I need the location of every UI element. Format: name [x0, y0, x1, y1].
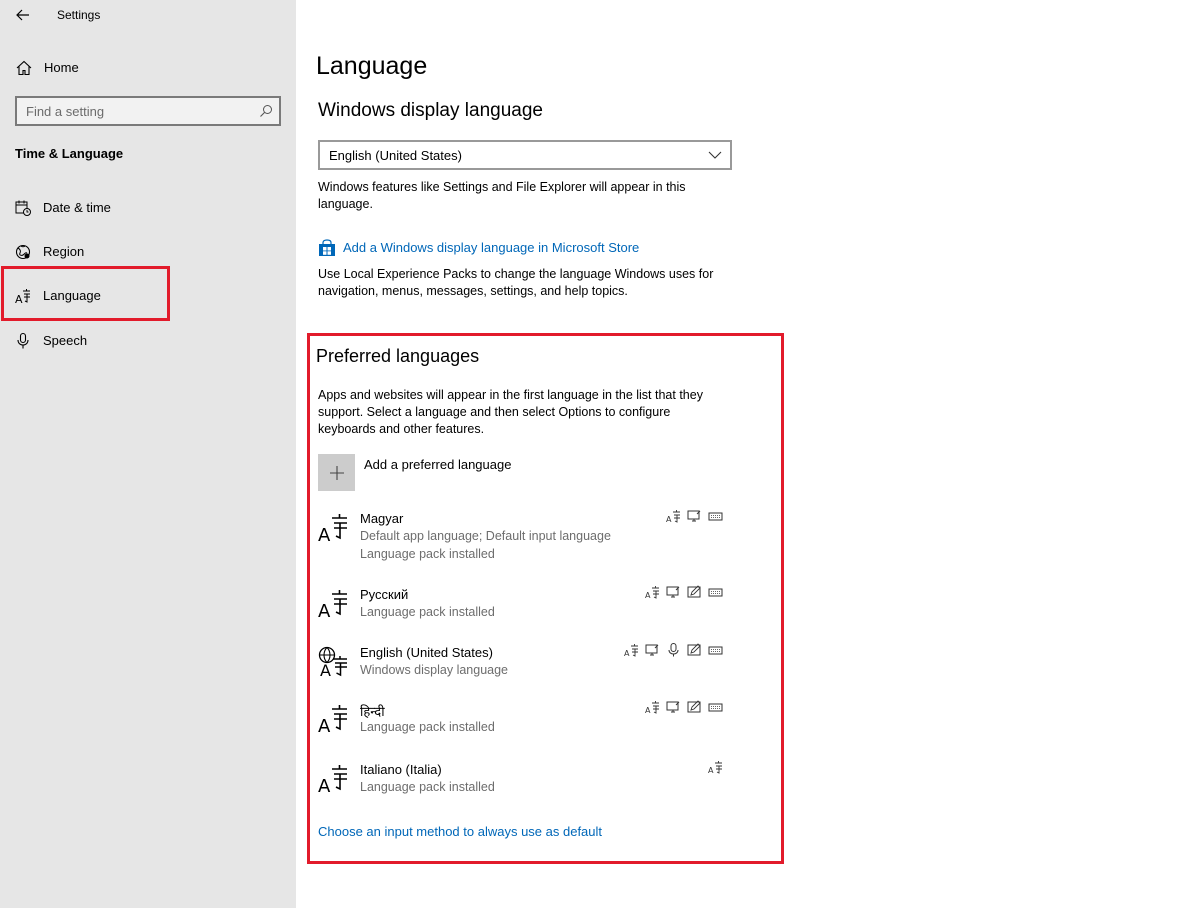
- language-icon: A: [15, 289, 30, 305]
- display-icon: [645, 644, 659, 656]
- language-row-english[interactable]: A English (United States) Windows displa…: [318, 643, 738, 681]
- add-icon-tile: [318, 454, 355, 491]
- display-language-icon: A: [318, 646, 347, 677]
- sidebar-item-date-time[interactable]: Date & time: [0, 190, 296, 226]
- sidebar-item-region[interactable]: Region: [0, 234, 296, 270]
- back-arrow-icon: [16, 9, 29, 21]
- language-status: Language pack installed: [360, 547, 495, 561]
- language-status: Default app language; Default input lang…: [360, 529, 611, 543]
- chevron-down-icon: [708, 151, 722, 159]
- svg-text:A: A: [320, 661, 331, 677]
- svg-text:A: A: [624, 649, 630, 657]
- plus-icon: [329, 465, 344, 480]
- default-input-method-link[interactable]: Choose an input method to always use as …: [318, 824, 602, 839]
- display-icon: [687, 510, 701, 522]
- title-bar: Settings: [0, 0, 296, 32]
- language-pack-icon: A: [666, 510, 680, 523]
- svg-text:A: A: [645, 706, 651, 714]
- language-status: Language pack installed: [360, 720, 495, 734]
- add-language-label: Add a preferred language: [364, 457, 512, 472]
- language-icon: A: [318, 514, 347, 543]
- svg-text:A: A: [645, 591, 651, 599]
- keyboard-icon: [708, 588, 723, 597]
- nav-home[interactable]: Home: [0, 54, 296, 82]
- handwriting-icon: [687, 643, 701, 656]
- language-row-hindi[interactable]: A हिन्दी Language pack installed A: [318, 700, 738, 738]
- language-icon: A: [318, 705, 347, 734]
- language-row-magyar[interactable]: A Magyar Default app language; Default i…: [318, 509, 738, 567]
- language-row-russian[interactable]: A Русский Language pack installed A: [318, 585, 738, 623]
- display-language-dropdown[interactable]: English (United States): [318, 140, 732, 170]
- search-input[interactable]: [17, 98, 247, 124]
- svg-text:A: A: [318, 525, 331, 543]
- sidebar-item-language[interactable]: A Language: [0, 278, 296, 314]
- language-name: Magyar: [360, 511, 404, 526]
- svg-text:A: A: [318, 601, 331, 619]
- microphone-icon: [668, 643, 679, 657]
- display-icon: [666, 701, 680, 713]
- home-icon: [16, 60, 32, 76]
- store-link-label: Add a Windows display language in Micros…: [343, 240, 640, 255]
- feature-icons: A: [708, 760, 723, 774]
- store-icon: [319, 239, 335, 256]
- language-status: Windows display language: [360, 663, 509, 677]
- language-name: Русский: [360, 587, 409, 602]
- back-button[interactable]: [12, 5, 34, 25]
- handwriting-icon: [687, 585, 701, 598]
- page-title: Language: [316, 52, 428, 80]
- nav-home-label: Home: [44, 60, 79, 75]
- language-pack-icon: A: [708, 761, 722, 774]
- sidebar-item-label: Speech: [43, 333, 88, 348]
- dropdown-value: English (United States): [329, 148, 462, 163]
- add-language-button[interactable]: Add a preferred language: [318, 454, 618, 492]
- handwriting-icon: [687, 700, 701, 713]
- globe-region-icon: [15, 244, 31, 260]
- search-icon[interactable]: [258, 103, 274, 119]
- main-content: Language Windows display language Englis…: [296, 0, 1199, 908]
- calendar-clock-icon: [15, 200, 31, 216]
- feature-icons: A: [624, 643, 723, 657]
- preferred-languages-heading: Preferred languages: [316, 346, 480, 366]
- feature-icons: A: [666, 509, 723, 523]
- search-box: [15, 96, 281, 126]
- keyboard-icon: [708, 512, 723, 521]
- lxp-description: Use Local Experience Packs to change the…: [318, 267, 714, 298]
- sidebar-item-label: Region: [43, 244, 85, 259]
- sidebar-item-label: Date & time: [43, 200, 111, 215]
- sidebar-item-label: Language: [43, 288, 101, 303]
- display-language-description: Windows features like Settings and File …: [318, 180, 686, 211]
- language-status: Language pack installed: [360, 780, 495, 794]
- language-row-italiano[interactable]: A Italiano (Italia) Language pack instal…: [318, 760, 738, 798]
- svg-text:A: A: [318, 716, 331, 734]
- language-pack-icon: A: [645, 586, 659, 599]
- svg-text:A: A: [318, 776, 331, 794]
- language-pack-icon: A: [624, 644, 638, 657]
- sidebar-item-speech[interactable]: Speech: [0, 323, 296, 359]
- feature-icons: A: [645, 585, 723, 599]
- microphone-icon: [17, 332, 29, 349]
- language-status: Language pack installed: [360, 605, 495, 619]
- svg-text:A: A: [708, 766, 714, 774]
- language-name: English (United States): [360, 645, 493, 660]
- language-name: Italiano (Italia): [360, 762, 442, 777]
- language-pack-icon: A: [645, 701, 659, 714]
- keyboard-icon: [708, 703, 723, 712]
- svg-text:A: A: [15, 293, 23, 305]
- sidebar: Settings Home Time & Language Date & tim…: [0, 0, 296, 908]
- language-name: हिन्दी: [360, 704, 385, 719]
- display-icon: [666, 586, 680, 598]
- preferred-languages-description: Apps and websites will appear in the fir…: [318, 388, 703, 436]
- section-heading: Time & Language: [15, 146, 124, 161]
- app-title: Settings: [57, 8, 101, 22]
- feature-icons: A: [645, 700, 723, 714]
- display-language-heading: Windows display language: [318, 100, 543, 121]
- language-icon: A: [318, 590, 347, 619]
- keyboard-icon: [708, 646, 723, 655]
- svg-text:A: A: [666, 515, 672, 523]
- language-icon: A: [318, 765, 347, 794]
